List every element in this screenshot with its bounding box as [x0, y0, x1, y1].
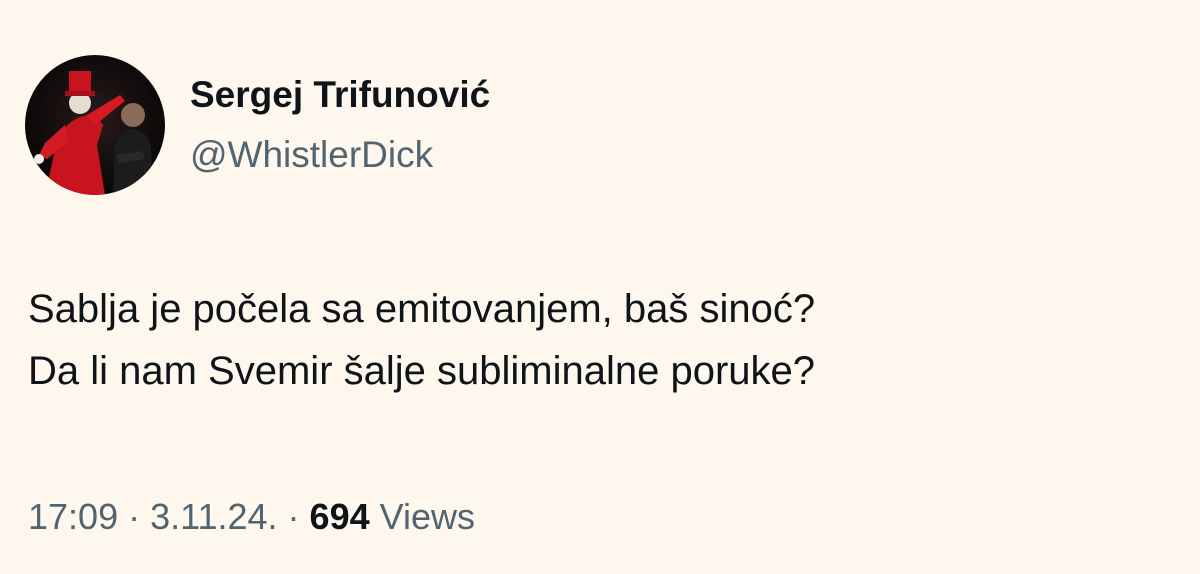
tweet-text: Sablja je počela sa emitovanjem, baš sin… [28, 278, 815, 402]
display-name[interactable]: Sergej Trifunović [190, 70, 490, 120]
meta-separator: · [277, 496, 310, 537]
tweet-card: Sergej Trifunović @WhistlerDick Sablja j… [0, 0, 1200, 574]
views-count[interactable]: 694 [310, 496, 370, 537]
user-handle[interactable]: @WhistlerDick [190, 130, 490, 180]
tweet-time[interactable]: 17:09 [28, 496, 118, 537]
avatar-photo [25, 55, 165, 195]
tweet-date[interactable]: 3.11.24. [150, 496, 277, 537]
tweet-meta: 17:09 · 3.11.24. · 694 Views [28, 494, 475, 540]
meta-separator: · [118, 496, 151, 537]
tweet-text-line: Sablja je počela sa emitovanjem, baš sin… [28, 287, 816, 331]
tweet-text-line: Da li nam Svemir šalje subliminalne poru… [28, 349, 816, 393]
views-label[interactable]: Views [380, 496, 475, 537]
avatar[interactable] [25, 55, 165, 195]
tweet-author: Sergej Trifunović @WhistlerDick [190, 70, 490, 180]
